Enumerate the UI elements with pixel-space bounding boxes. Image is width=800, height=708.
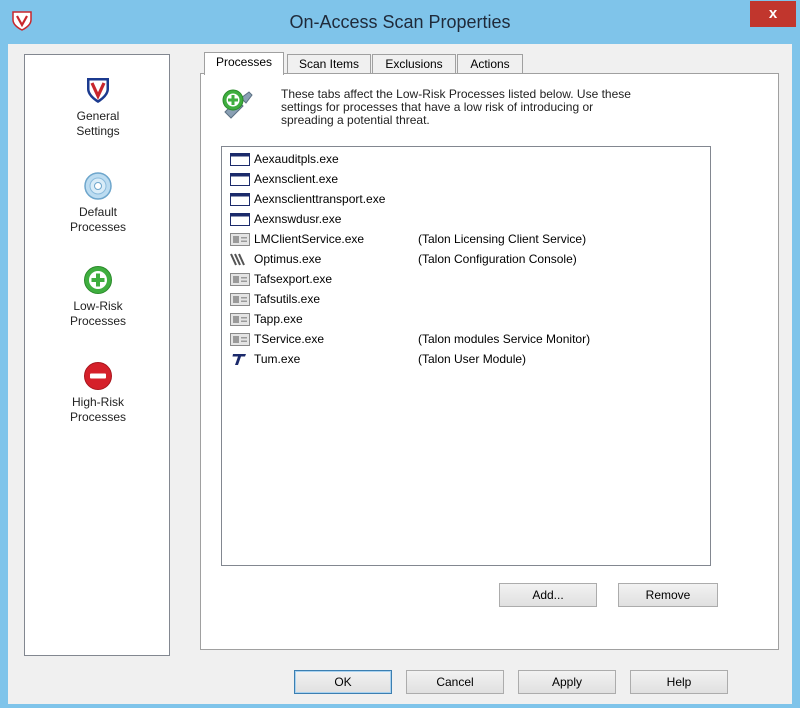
- process-name: Aexnsclienttransport.exe: [254, 192, 386, 206]
- window-title: On-Access Scan Properties: [289, 12, 511, 32]
- low-risk-process-icon: [222, 89, 253, 119]
- process-description: (Talon User Module): [418, 352, 527, 366]
- apply-button[interactable]: Apply: [518, 670, 616, 694]
- shield-icon: [87, 78, 109, 103]
- process-description: (Talon Licensing Client Service): [418, 232, 587, 246]
- window-icon: [230, 153, 250, 166]
- sidebar-item-label: Settings: [76, 124, 120, 138]
- process-name: Optimus.exe: [254, 252, 322, 266]
- tab-processes[interactable]: Processes: [204, 52, 284, 75]
- process-name: Tafsutils.exe: [254, 292, 321, 306]
- process-name: Aexauditpls.exe: [254, 152, 339, 166]
- list-item[interactable]: Aexnsclient.exe: [230, 169, 700, 189]
- add-button[interactable]: Add...: [499, 583, 597, 607]
- sidebar-item-label: Low-Risk: [73, 299, 123, 313]
- window-icon: [230, 193, 250, 206]
- close-button[interactable]: x: [750, 1, 796, 27]
- process-list[interactable]: Aexauditpls.exe Aexnsclient.exe Aexnscli…: [221, 146, 711, 566]
- ok-button[interactable]: OK: [294, 670, 392, 694]
- list-item[interactable]: Tafsutils.exe: [230, 289, 700, 309]
- processes-tab-panel: These tabs affect the Low-Risk Processes…: [200, 73, 779, 650]
- process-description: (Talon modules Service Monitor): [418, 332, 591, 346]
- service-icon: [230, 293, 250, 306]
- minus-circle-icon: [84, 362, 112, 390]
- list-item[interactable]: Tafsexport.exe: [230, 269, 700, 289]
- tab-exclusions[interactable]: Exclusions: [372, 54, 456, 74]
- plus-circle-icon: [84, 266, 112, 294]
- list-item[interactable]: Aexnsclienttransport.exe: [230, 189, 700, 209]
- sidebar-item-low-risk-processes[interactable]: Low-Risk Processes: [25, 265, 171, 329]
- info-line: spreading a potential threat.: [281, 113, 430, 127]
- service-icon: [230, 333, 250, 346]
- sidebar-item-label: Processes: [69, 410, 127, 424]
- sidebar-item-label: Default: [78, 205, 118, 219]
- optimus-icon: [230, 253, 245, 266]
- category-sidebar: General Settings Default Processes Low-R…: [24, 54, 170, 656]
- process-name: Aexnswdusr.exe: [254, 212, 342, 226]
- sidebar-item-label: High-Risk: [71, 395, 124, 409]
- sidebar-item-label: Processes: [69, 220, 127, 234]
- window-icon: [230, 173, 250, 186]
- process-name: Tafsexport.exe: [254, 272, 333, 286]
- title-bar[interactable]: On-Access Scan Properties x: [0, 0, 800, 44]
- help-button[interactable]: Help: [630, 670, 728, 694]
- tab-scan-items[interactable]: Scan Items: [287, 54, 371, 74]
- sidebar-item-label: General: [76, 109, 120, 123]
- sidebar-item-label: Processes: [69, 314, 127, 328]
- list-item[interactable]: Tum.exe (Talon User Module): [230, 349, 700, 369]
- list-item[interactable]: Aexauditpls.exe: [230, 149, 700, 169]
- talon-t-icon: [232, 354, 246, 365]
- service-icon: [230, 233, 250, 246]
- process-description: (Talon Configuration Console): [418, 252, 577, 266]
- list-item[interactable]: Optimus.exe (Talon Configuration Console…: [230, 249, 700, 269]
- info-description: These tabs affect the Low-Risk Processes…: [281, 88, 741, 127]
- process-name: LMClientService.exe: [254, 232, 365, 246]
- disc-icon: [84, 172, 112, 200]
- process-name: Tapp.exe: [254, 312, 303, 326]
- window-icon: [230, 213, 250, 226]
- process-name: Tum.exe: [254, 352, 301, 366]
- process-name: Aexnsclient.exe: [254, 172, 339, 186]
- cancel-button[interactable]: Cancel: [406, 670, 504, 694]
- list-item[interactable]: TService.exe (Talon modules Service Moni…: [230, 329, 700, 349]
- remove-button[interactable]: Remove: [618, 583, 718, 607]
- tab-actions[interactable]: Actions: [457, 54, 523, 74]
- service-icon: [230, 313, 250, 326]
- dialog-body: General Settings Default Processes Low-R…: [8, 44, 792, 704]
- list-item[interactable]: Tapp.exe: [230, 309, 700, 329]
- sidebar-item-high-risk-processes[interactable]: High-Risk Processes: [25, 361, 171, 425]
- list-item[interactable]: LMClientService.exe (Talon Licensing Cli…: [230, 229, 700, 249]
- sidebar-item-default-processes[interactable]: Default Processes: [25, 171, 171, 235]
- list-item[interactable]: Aexnswdusr.exe: [230, 209, 700, 229]
- service-icon: [230, 273, 250, 286]
- sidebar-item-general-settings[interactable]: General Settings: [25, 75, 171, 139]
- process-name: TService.exe: [254, 332, 325, 346]
- dialog-window: On-Access Scan Properties x General Sett…: [0, 0, 800, 708]
